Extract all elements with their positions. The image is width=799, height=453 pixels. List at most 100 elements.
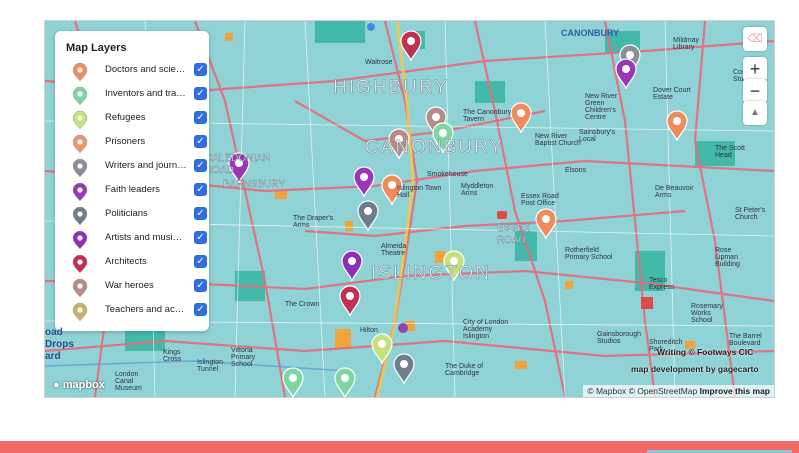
layer-checkbox[interactable]: ✓ [194,231,207,244]
area-label: CANONBURY [365,137,505,159]
layers-title: Map Layers [66,42,127,54]
place-label: Mildmay Library [673,37,700,51]
layer-row[interactable]: Inventors and tra… ✓ [65,85,207,105]
place-label: Smokehouse [427,171,468,178]
place-label: New River Baptist Church [535,133,581,147]
layer-label: Writers and journ… [105,160,187,171]
area-label: HIGHBURY [333,77,449,99]
layer-label: Prisoners [105,136,146,147]
map-pin-icon [72,86,88,105]
layer-checkbox[interactable]: ✓ [194,135,207,148]
edge-label: oad Drops ard [45,327,74,362]
map-pin-icon [72,230,88,249]
map-pin-icon [72,254,88,273]
place-label: The Duke of Cambridge [445,363,484,377]
layer-checkbox[interactable]: ✓ [194,279,207,292]
place-label: The Canonbury Tavern [463,109,512,123]
layer-checkbox[interactable]: ✓ [194,255,207,268]
layer-label: Doctors and scie… [105,64,186,75]
dev-credit: map development by gagecarto [631,364,759,374]
mapbox-logo[interactable]: ● mapbox [53,379,105,391]
map-layers-panel: Map Layers Doctors and scie… ✓ Inventors a… [55,31,209,331]
place-label: The Draper's Arms [293,215,334,229]
place-label: Elsons [565,167,587,174]
map-attribution: © Mapbox © OpenStreetMap Improve this ma… [583,385,774,397]
layer-checkbox[interactable]: ✓ [194,111,207,124]
layer-row[interactable]: Refugees ✓ [65,109,207,129]
place-label: Rosemary Works School [691,303,723,324]
station-icon [497,211,507,219]
place-label: The Crown [285,301,320,308]
place-label: Waitrose [365,59,393,66]
place-label: London Canal Museum [115,371,142,392]
osm-attribution[interactable]: © OpenStreetMap [629,386,698,396]
trash-icon[interactable]: ⌫ [743,27,767,51]
place-label: The Barrel Boulevard [729,333,762,347]
layer-row[interactable]: Prisoners ✓ [65,133,207,153]
place-label: City of London Academy Islington [463,319,509,340]
layer-checkbox[interactable]: ✓ [194,87,207,100]
mapbox-attribution[interactable]: © Mapbox [587,386,626,396]
poi-icon [367,23,375,31]
place-label: Tesco Express [649,277,675,291]
area-label: BARNSBURY [223,179,286,190]
map-pin-icon [72,110,88,129]
layer-checkbox[interactable]: ✓ [194,183,207,196]
place-label: Almeida Theatre [381,243,407,257]
layer-label: War heroes [105,280,154,291]
layer-row[interactable]: Faith leaders ✓ [65,181,207,201]
layer-label: Teachers and ac… [105,304,185,315]
place-label: St Peter's Church [735,207,766,221]
layer-label: Architects [105,256,147,267]
place-label: Hilton [360,327,378,334]
area-label: CANONBURY [561,28,620,38]
zoom-in-button[interactable]: + [743,57,767,81]
compass-icon[interactable]: ▲ [743,101,767,125]
layer-checkbox[interactable]: ✓ [194,63,207,76]
map-pin-icon [72,158,88,177]
mapbox-logo-text: mapbox [62,379,105,391]
zoom-out-button[interactable]: − [743,79,767,103]
map-pin-icon [72,302,88,321]
place-label: Gainsborough Studios [597,331,641,345]
layer-label: Faith leaders [105,184,160,195]
layer-row[interactable]: War heroes ✓ [65,277,207,297]
place-label: Dover Court Estate [653,87,691,101]
place-label: New River Green Children's Centre [585,93,618,121]
layer-checkbox[interactable]: ✓ [194,207,207,220]
layer-label: Refugees [105,112,146,123]
map-pin-icon [72,182,88,201]
place-label: Sainsbury's Local [579,129,615,143]
layer-row[interactable]: Artists and musi… ✓ [65,229,207,249]
layer-row[interactable]: Teachers and ac… ✓ [65,301,207,321]
rail-icon [641,297,653,309]
place-label: Islington Tunnel [197,359,224,373]
layer-checkbox[interactable]: ✓ [194,159,207,172]
area-label: ISLINGTON [371,263,492,285]
improve-map-link[interactable]: Improve this map [700,386,770,396]
layer-label: Inventors and tra… [105,88,186,99]
writing-credit: Writing © Footways CIC [657,347,754,357]
map-pin-icon [72,278,88,297]
place-label: De Beauvoir Arms [655,185,694,199]
place-label: Vittoria Primary School [231,347,256,368]
layer-row[interactable]: Architects ✓ [65,253,207,273]
layer-label: Artists and musi… [105,232,183,243]
poi-icon [398,323,408,333]
place-label: The Scott Head [715,145,745,159]
map-pin-icon [72,206,88,225]
layer-checkbox[interactable]: ✓ [194,303,207,316]
layer-row[interactable]: Writers and journ… ✓ [65,157,207,177]
layer-row[interactable]: Doctors and scie… ✓ [65,61,207,81]
area-label: ESSEX ROAD [497,223,531,246]
layer-row[interactable]: Politicians ✓ [65,205,207,225]
map-pin-icon [72,62,88,81]
map-pin-icon [72,134,88,153]
place-label: Kings Cross [163,349,182,363]
map-canvas[interactable]: HIGHBURY CANONBURY ISLINGTON CANONBURY E… [44,20,775,398]
place-label: Rotherfield Primary School [565,247,613,261]
layer-label: Politicians [105,208,148,219]
place-label: Islington Town Hall [397,185,442,199]
place-label: Essex Road Post Office [521,193,559,207]
place-label: Myddleton Arms [461,183,494,197]
